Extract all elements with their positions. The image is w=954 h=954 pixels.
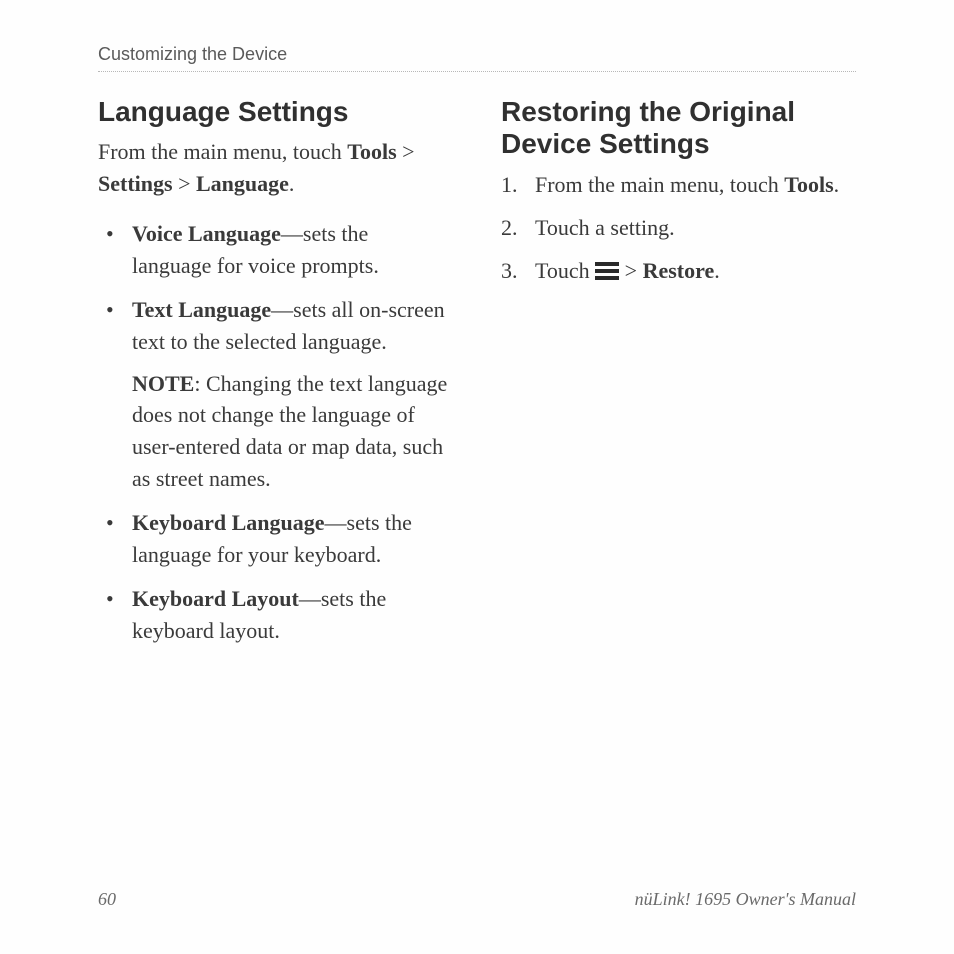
list-item: Text Languagesets all on-screen text to …	[98, 294, 453, 495]
left-intro: From the main menu, touch Tools > Settin…	[98, 136, 453, 200]
emdash	[281, 221, 303, 246]
tools-label: Tools	[347, 139, 396, 164]
left-heading: Language Settings	[98, 96, 453, 128]
text: .	[289, 171, 295, 196]
list-item: Keyboard Layoutsets the keyboard layout.	[98, 583, 453, 647]
emdash	[325, 510, 347, 535]
menu-icon	[595, 256, 619, 274]
tools-label: Tools	[784, 172, 833, 197]
emdash	[271, 297, 293, 322]
text: >	[173, 171, 196, 196]
right-column: Restoring the Original Device Settings F…	[501, 96, 856, 659]
text: >	[619, 258, 642, 283]
page-footer: 60 nüLink! 1695 Owner's Manual	[98, 889, 856, 910]
section-header: Customizing the Device	[98, 44, 856, 72]
text: From the main menu, touch	[535, 172, 784, 197]
text: From the main menu, touch	[98, 139, 347, 164]
text-language-label: Text Language	[132, 297, 271, 322]
list-item: Voice Languagesets the language for voic…	[98, 218, 453, 282]
settings-label: Settings	[98, 171, 173, 196]
text: >	[397, 139, 415, 164]
list-item: Touch > Restore.	[501, 254, 856, 287]
restore-steps: From the main menu, touch Tools. Touch a…	[501, 168, 856, 287]
language-bullet-list: Voice Languagesets the language for voic…	[98, 218, 453, 647]
note-label: NOTE	[132, 371, 194, 396]
keyboard-layout-label: Keyboard Layout	[132, 586, 299, 611]
text: .	[834, 172, 840, 197]
text: Touch a setting.	[535, 215, 675, 240]
right-heading: Restoring the Original Device Settings	[501, 96, 856, 160]
manual-title: nüLink! 1695 Owner's Manual	[635, 889, 856, 910]
list-item: Keyboard Languagesets the language for y…	[98, 507, 453, 571]
list-item: From the main menu, touch Tools.	[501, 168, 856, 201]
voice-language-label: Voice Language	[132, 221, 281, 246]
emdash	[299, 586, 321, 611]
keyboard-language-label: Keyboard Language	[132, 510, 325, 535]
page-number: 60	[98, 889, 116, 910]
restore-label: Restore	[643, 258, 715, 283]
language-label: Language	[196, 171, 289, 196]
text-language-note: NOTE: Changing the text language does no…	[132, 368, 453, 496]
text: .	[714, 258, 720, 283]
section-title: Customizing the Device	[98, 44, 287, 64]
list-item: Touch a setting.	[501, 211, 856, 244]
content-columns: Language Settings From the main menu, to…	[98, 96, 856, 659]
text: Touch	[535, 258, 595, 283]
left-column: Language Settings From the main menu, to…	[98, 96, 453, 659]
